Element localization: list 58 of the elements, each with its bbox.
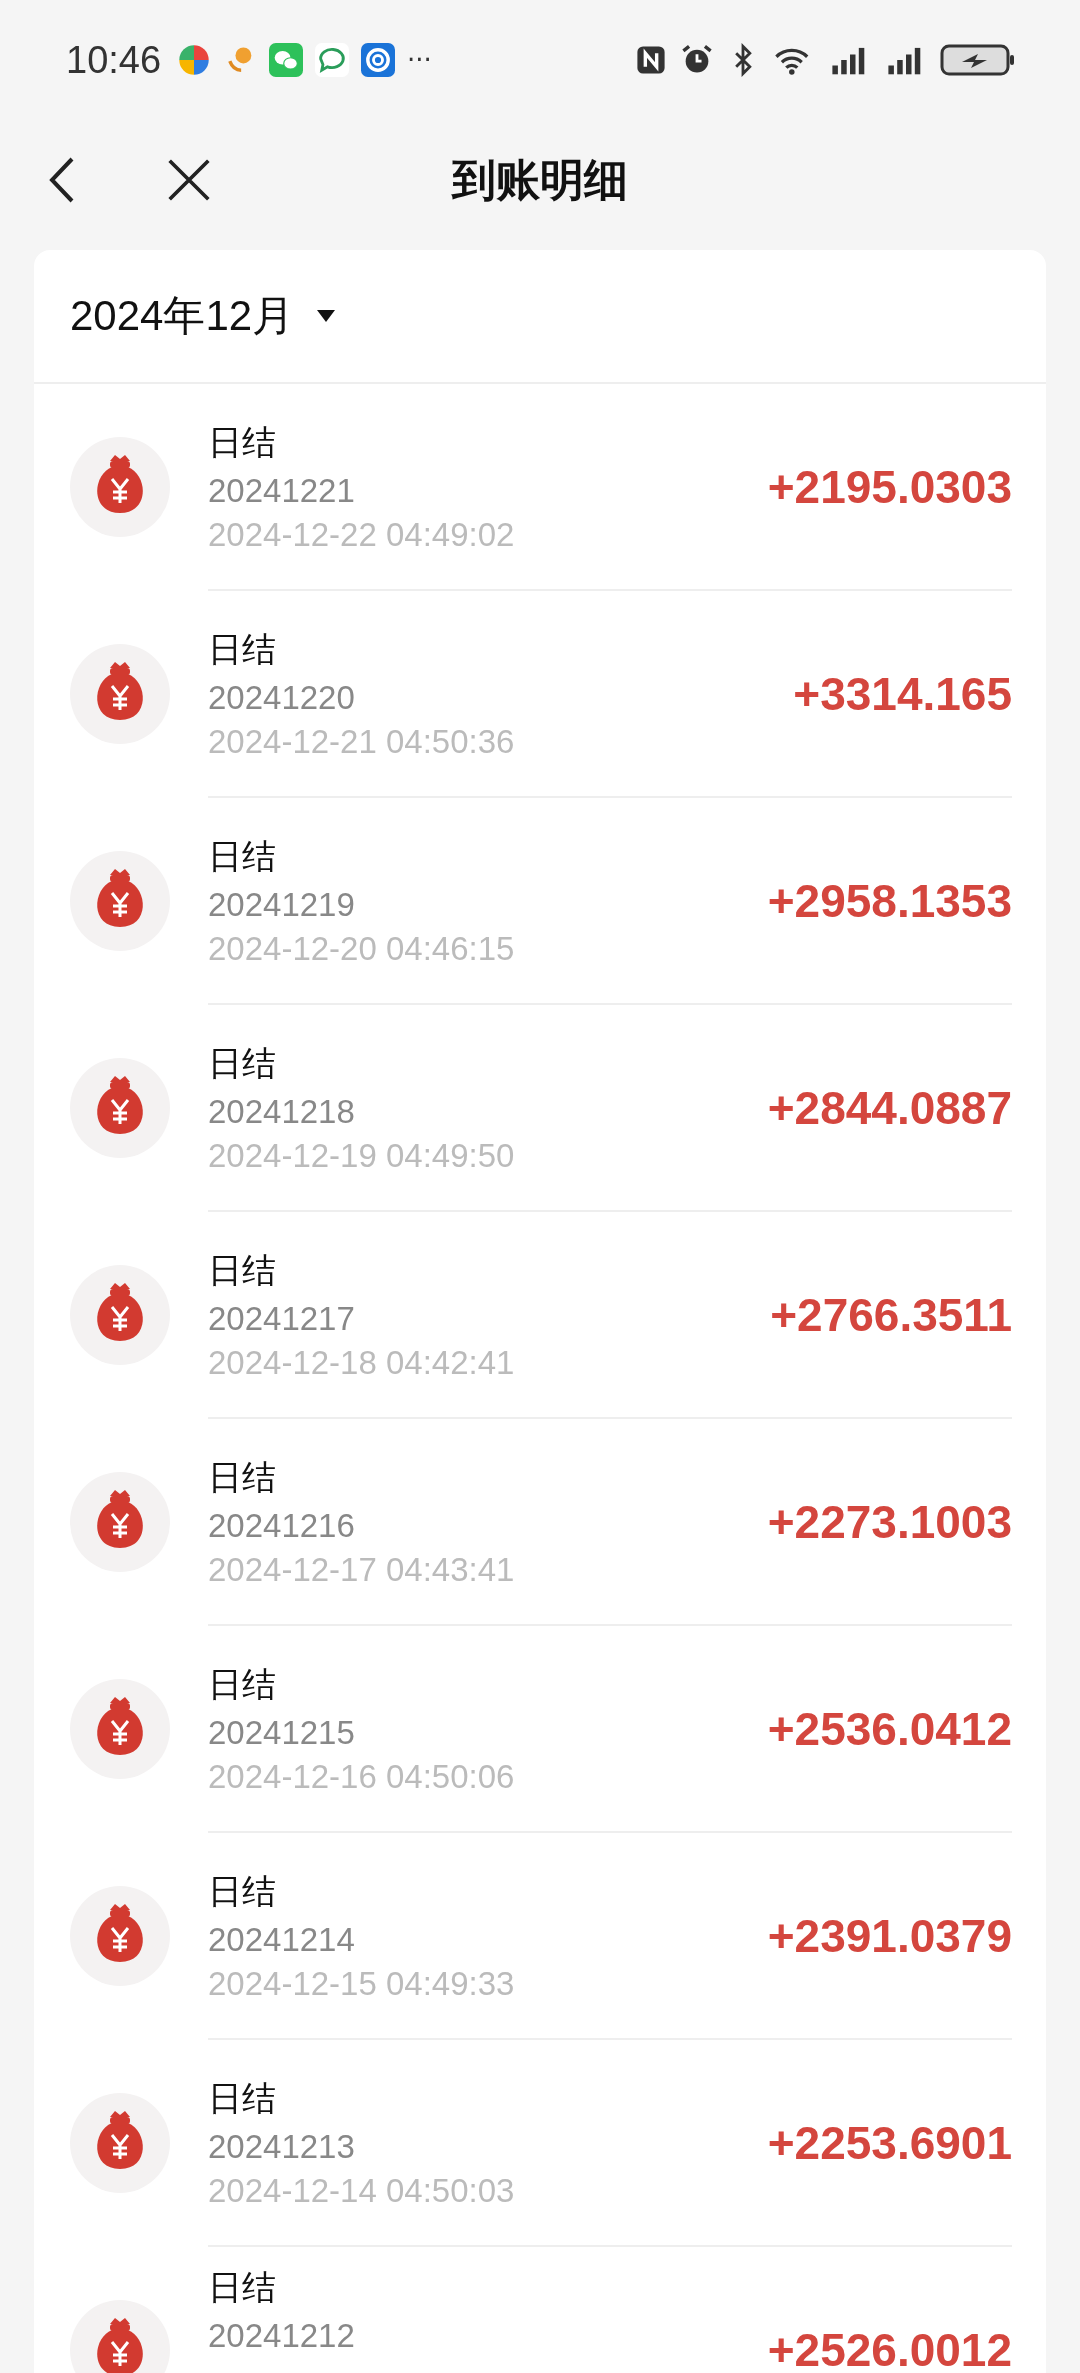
- close-icon[interactable]: [166, 157, 212, 203]
- amount: +3314.165: [793, 666, 1012, 721]
- batch-number: 20241214: [208, 1920, 356, 1959]
- batch-number: 20241219: [208, 885, 356, 924]
- clock-time: 10:46: [66, 38, 162, 82]
- record-time: 2024-12-17 04:43:41: [208, 1550, 515, 1589]
- record-type: 日结: [208, 2076, 277, 2120]
- money-bag-icon: [70, 1679, 170, 1779]
- amount: +2958.1353: [767, 873, 1012, 928]
- nfc-icon: [634, 43, 668, 77]
- record-type: 日结: [208, 1248, 277, 1292]
- money-bag-icon: [70, 851, 170, 951]
- more-notifications: ···: [407, 45, 432, 75]
- batch-number: 20241217: [208, 1299, 356, 1338]
- record-type: 日结: [208, 1455, 277, 1499]
- amount: +2844.0887: [767, 1080, 1012, 1135]
- batch-number: 20241221: [208, 471, 356, 510]
- record-type: 日结: [208, 1662, 277, 1706]
- record-time: 2024-12-15 04:49:33: [208, 1964, 515, 2003]
- caret-icon: [316, 309, 337, 323]
- amount: +2195.0303: [767, 459, 1012, 514]
- batch-number: 20241220: [208, 678, 356, 717]
- record-type: 日结: [208, 420, 277, 464]
- record-type: 日结: [208, 2266, 277, 2309]
- batch-number: 20241213: [208, 2127, 356, 2166]
- record-time: 2024-12-14 04:50:03: [208, 2171, 515, 2210]
- batch-number: 20241218: [208, 1092, 356, 1131]
- record-type: 日结: [208, 627, 277, 671]
- money-bag-icon: [70, 1058, 170, 1158]
- amount: +2536.0412: [767, 1701, 1012, 1756]
- month-picker[interactable]: 2024年12月: [34, 250, 1046, 384]
- amount: +2526.0012: [767, 2323, 1012, 2373]
- batch-number: 20241215: [208, 1713, 356, 1752]
- money-bag-icon: [70, 1472, 170, 1572]
- money-bag-icon: [70, 1886, 170, 1986]
- record-type: 日结: [208, 834, 277, 878]
- money-bag-icon: [70, 1265, 170, 1365]
- record-time: 2024-12-19 04:49:50: [208, 1136, 515, 1175]
- amount: +2273.1003: [767, 1494, 1012, 1549]
- chat-app-icon: [269, 43, 304, 77]
- record-time: 2024-12-16 04:50:06: [208, 1757, 515, 1796]
- record-type: 日结: [208, 1041, 277, 1085]
- money-bag-icon: [70, 644, 170, 744]
- amount: +2391.0379: [767, 1908, 1012, 1963]
- message-bubble-icon: [315, 43, 350, 77]
- amount: +2253.6901: [767, 2115, 1012, 2170]
- record-time: 2024-12-22 04:49:02: [208, 515, 515, 554]
- record-type: 日结: [208, 1869, 277, 1913]
- amount: +2766.3511: [770, 1287, 1012, 1342]
- money-bag-icon: [70, 2093, 170, 2193]
- record-time: 2024-12-18 04:42:41: [208, 1343, 515, 1382]
- record-time: 2024-12-20 04:46:15: [208, 929, 515, 968]
- record-time: 2024-12-21 04:50:36: [208, 722, 515, 761]
- battery-charging-icon: [940, 42, 1016, 78]
- batch-number: 20241216: [208, 1506, 356, 1545]
- batch-number: 20241212: [208, 2317, 355, 2355]
- page-title: 到账明细: [452, 152, 628, 207]
- money-bag-icon: [70, 437, 170, 537]
